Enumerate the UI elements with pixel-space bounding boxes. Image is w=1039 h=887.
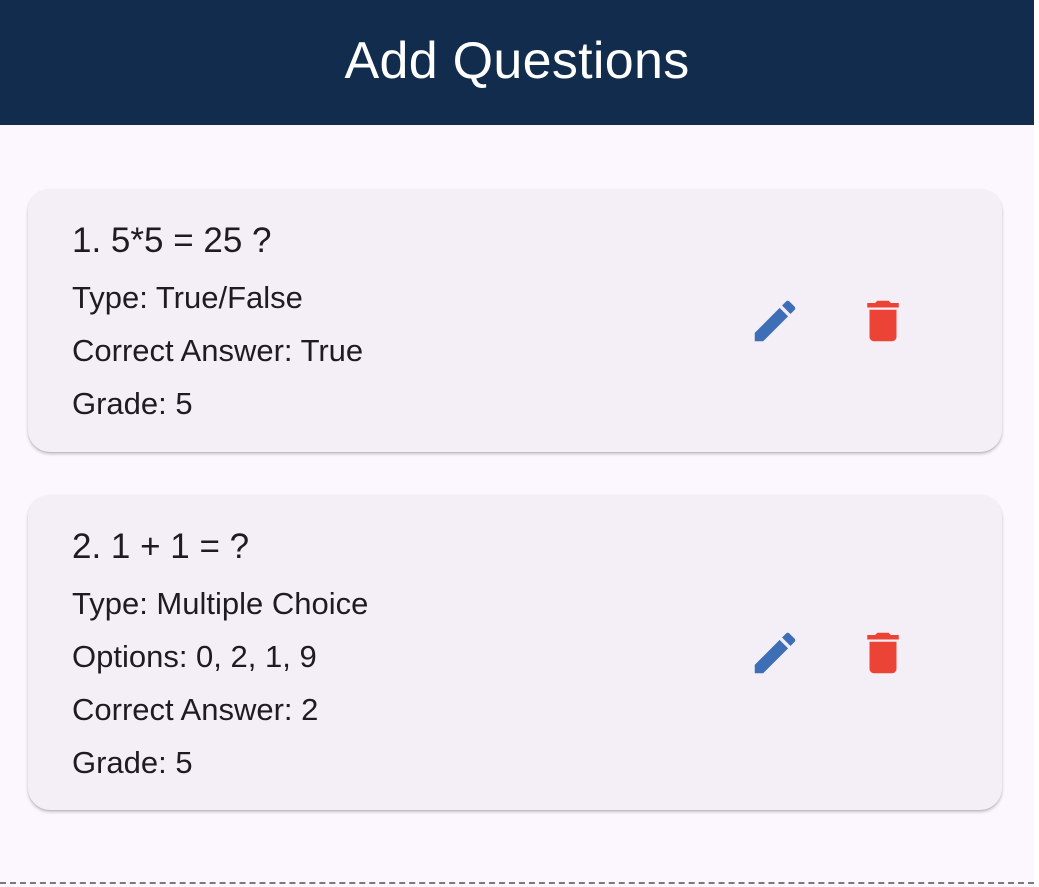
- question-correct-answer: Correct Answer: 2: [72, 692, 319, 727]
- question-type: Type: True/False: [72, 280, 303, 315]
- question-correct-answer: Correct Answer: True: [72, 333, 364, 368]
- edit-question-button[interactable]: [748, 626, 802, 680]
- bottom-divider: [0, 882, 1034, 884]
- question-actions: [748, 294, 910, 348]
- app-bar: Add Questions: [0, 0, 1034, 125]
- question-grade: Grade: 5: [72, 745, 193, 780]
- question-type: Type: Multiple Choice: [72, 586, 369, 621]
- question-title: 2. 1 + 1 = ?: [72, 527, 250, 566]
- question-card: 1. 5*5 = 25 ? Type: True/False Correct A…: [28, 189, 1002, 452]
- edit-question-button[interactable]: [748, 294, 802, 348]
- question-grade: Grade: 5: [72, 386, 193, 421]
- pencil-icon: [754, 632, 796, 673]
- question-card: 2. 1 + 1 = ? Type: Multiple Choice Optio…: [28, 495, 1002, 810]
- question-title: 1. 5*5 = 25 ?: [72, 221, 272, 260]
- page-title: Add Questions: [344, 31, 690, 90]
- trash-icon: [867, 300, 899, 341]
- question-options: Options: 0, 2, 1, 9: [72, 639, 317, 674]
- pencil-icon: [754, 300, 796, 341]
- delete-question-button[interactable]: [856, 626, 910, 680]
- trash-icon: [867, 632, 899, 673]
- app-screen: Add Questions 1. 5*5 = 25 ? Type: True/F…: [0, 0, 1034, 887]
- question-details: 2. 1 + 1 = ? Type: Multiple Choice Optio…: [72, 525, 368, 789]
- question-actions: [748, 626, 910, 680]
- delete-question-button[interactable]: [856, 294, 910, 348]
- question-details: 1. 5*5 = 25 ? Type: True/False Correct A…: [72, 219, 363, 430]
